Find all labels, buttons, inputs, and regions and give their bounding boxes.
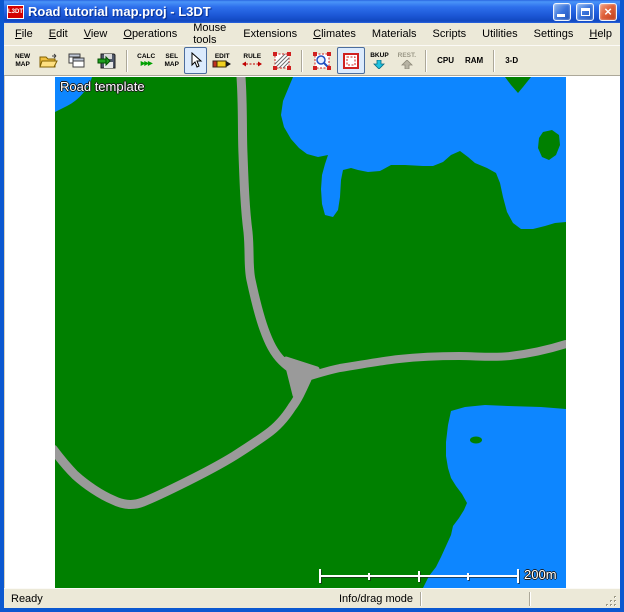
drag-mode-button[interactable] bbox=[337, 47, 365, 74]
maximize-icon bbox=[581, 8, 590, 16]
close-button[interactable]: × bbox=[599, 3, 617, 21]
menu-item-materials[interactable]: Materials bbox=[364, 25, 425, 44]
restore-up-arrow-icon bbox=[401, 60, 413, 69]
cursor-arrow-icon bbox=[189, 52, 203, 70]
menubar: File Edit View Operations Mouse tools Ex… bbox=[4, 23, 620, 45]
titlebar[interactable]: L3DT Road tutorial map.proj - L3DT × bbox=[4, 0, 620, 23]
minimize-icon bbox=[557, 14, 565, 17]
scale-bar-label: 200m bbox=[524, 567, 557, 582]
menu-item-help[interactable]: Help bbox=[581, 25, 620, 44]
save-map-button[interactable] bbox=[93, 47, 121, 74]
status-ready: Ready bbox=[6, 591, 334, 607]
menu-item-file[interactable]: File bbox=[7, 25, 41, 44]
pointer-tool-button[interactable] bbox=[184, 47, 207, 74]
lake-islet bbox=[470, 437, 482, 444]
client-area: Road template 200m bbox=[4, 76, 620, 588]
status-panel-4 bbox=[530, 591, 604, 607]
map-canvas[interactable]: Road template 200m bbox=[55, 77, 566, 588]
statusbar: Ready Info/drag mode bbox=[4, 588, 620, 608]
sel-map-button[interactable]: SEL MAP bbox=[160, 47, 183, 74]
selection-hatch-icon bbox=[272, 51, 292, 71]
copy-windows-icon bbox=[68, 53, 88, 69]
menu-item-extensions[interactable]: Extensions bbox=[235, 25, 305, 44]
map-image bbox=[55, 77, 566, 588]
app-logo-icon: L3DT bbox=[7, 5, 24, 19]
window-title: Road tutorial map.proj - L3DT bbox=[28, 4, 548, 19]
open-project-button[interactable] bbox=[35, 47, 63, 74]
toolbar-separator bbox=[301, 50, 303, 72]
menu-item-utilities[interactable]: Utilities bbox=[474, 25, 525, 44]
menu-item-climates[interactable]: Climates bbox=[305, 25, 364, 44]
copy-maps-button[interactable] bbox=[64, 47, 92, 74]
calc-button[interactable]: CALC ▶▶▶ bbox=[133, 47, 159, 74]
toolbar-separator bbox=[126, 50, 128, 72]
app-window: L3DT Road tutorial map.proj - L3DT × Fil… bbox=[0, 0, 624, 612]
close-icon: × bbox=[604, 5, 612, 18]
minimize-button[interactable] bbox=[553, 3, 571, 21]
status-panel-3 bbox=[421, 591, 529, 607]
backup-button[interactable]: BKUP bbox=[366, 47, 392, 74]
maximize-button[interactable] bbox=[576, 3, 594, 21]
edit-button[interactable]: EDIT bbox=[208, 47, 236, 74]
play-arrows-icon: ▶▶▶ bbox=[141, 61, 152, 68]
zoom-selection-button[interactable] bbox=[308, 47, 336, 74]
cpu-button[interactable]: CPU bbox=[432, 47, 459, 74]
rule-button[interactable]: RULE bbox=[237, 47, 267, 74]
toolbar-separator bbox=[425, 50, 427, 72]
status-mode: Info/drag mode bbox=[334, 591, 420, 607]
ram-button[interactable]: RAM bbox=[460, 47, 488, 74]
new-map-button[interactable]: NEW MAP bbox=[11, 47, 34, 74]
selection-zoom-icon bbox=[312, 51, 332, 71]
map-overlay-label: Road template bbox=[60, 79, 145, 94]
backup-down-arrow-icon bbox=[373, 60, 385, 69]
restore-button[interactable]: REST. bbox=[394, 47, 420, 74]
menu-item-view[interactable]: View bbox=[76, 25, 116, 44]
select-region-button[interactable] bbox=[268, 47, 296, 74]
floppy-import-icon bbox=[97, 53, 117, 69]
open-folder-icon bbox=[39, 53, 59, 69]
ruler-arrows-icon bbox=[241, 60, 263, 68]
menu-item-settings[interactable]: Settings bbox=[526, 25, 582, 44]
resize-grip[interactable] bbox=[604, 592, 618, 608]
toolbar: NEW MAP bbox=[4, 45, 620, 76]
view-3d-button[interactable]: 3-D bbox=[500, 47, 523, 74]
menu-item-edit[interactable]: Edit bbox=[41, 25, 76, 44]
menu-item-operations[interactable]: Operations bbox=[115, 25, 185, 44]
toolbar-separator bbox=[493, 50, 495, 72]
selection-box-icon bbox=[341, 51, 361, 71]
pencil-icon bbox=[212, 60, 232, 68]
menu-item-scripts[interactable]: Scripts bbox=[425, 25, 475, 44]
